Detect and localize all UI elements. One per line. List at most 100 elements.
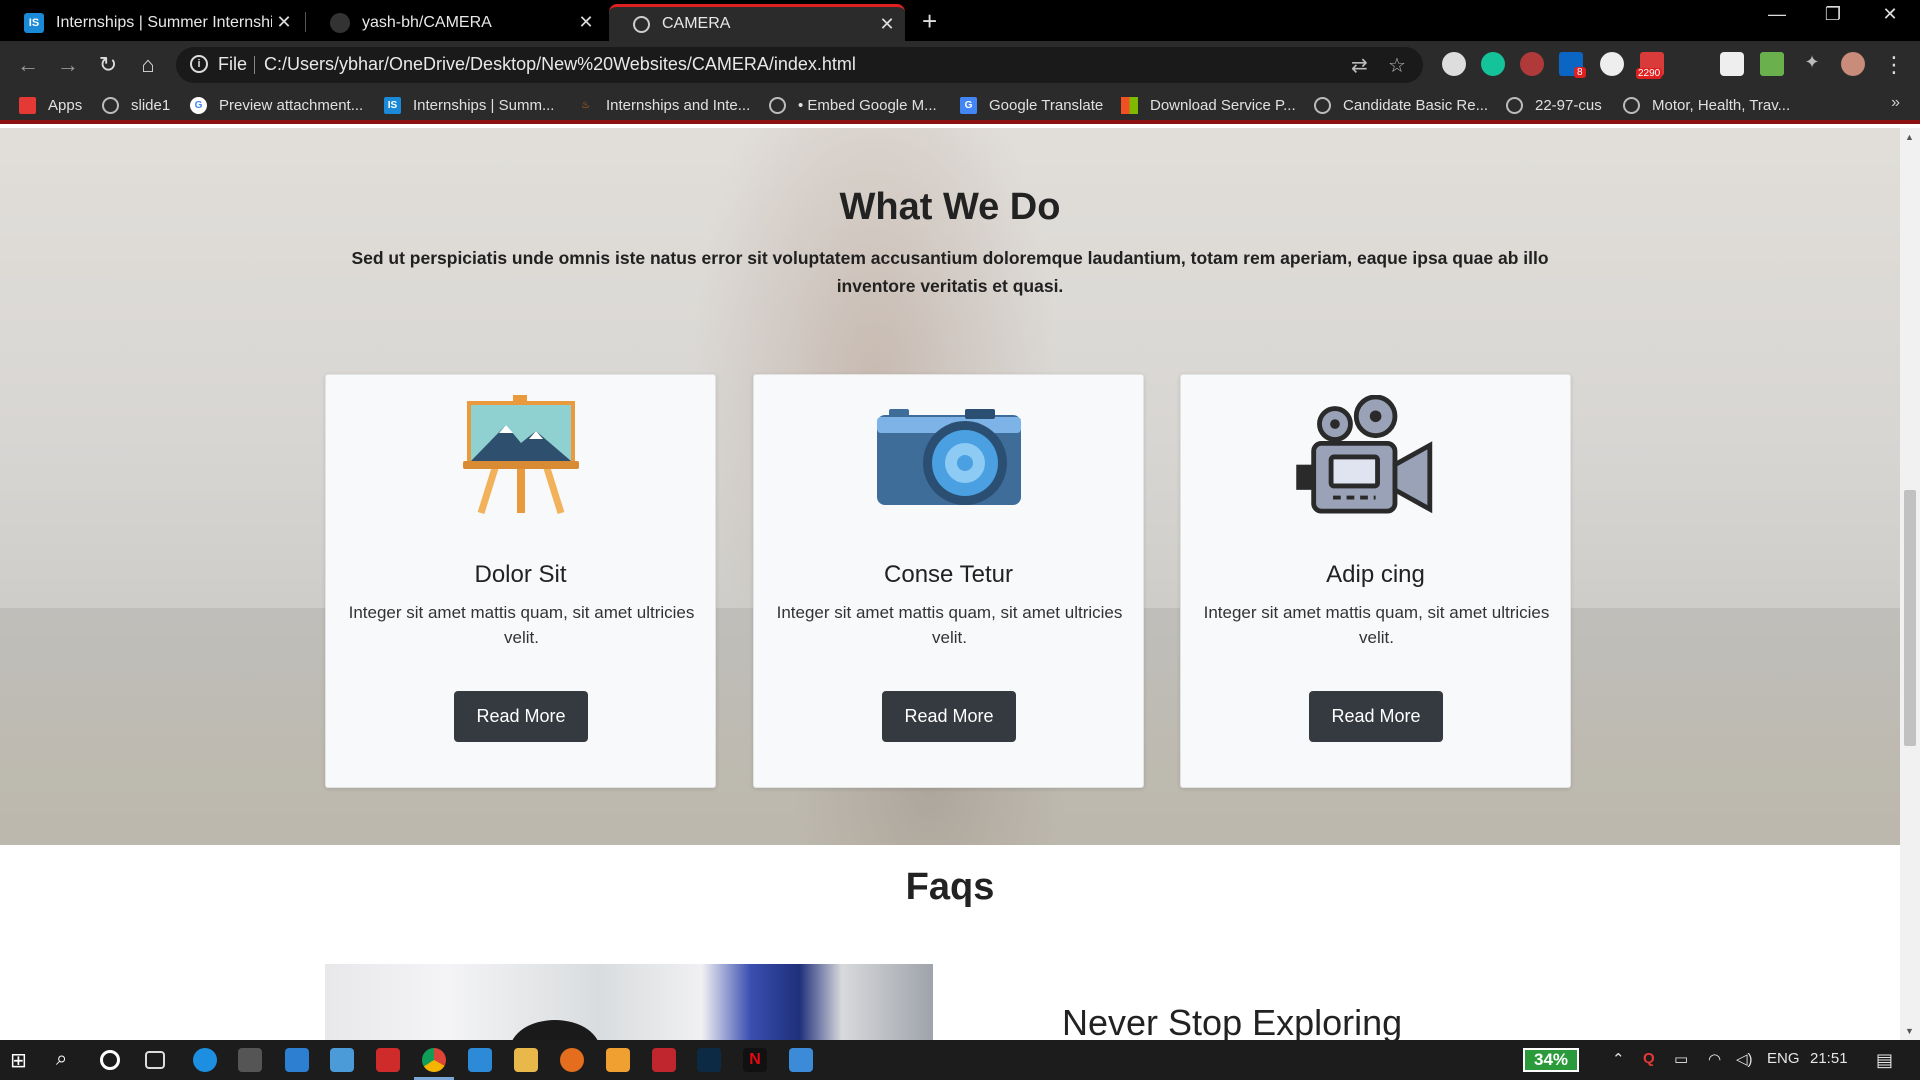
volume-icon[interactable]: ◁) (1736, 1050, 1753, 1068)
file-explorer-icon[interactable] (514, 1048, 538, 1072)
extension-color-icon[interactable] (1760, 52, 1784, 76)
profile-avatar[interactable] (1841, 52, 1865, 76)
mail-app-icon[interactable] (285, 1048, 309, 1072)
photoshop-icon[interactable] (697, 1048, 721, 1072)
bookmark-motor-health[interactable]: Motor, Health, Trav... (1623, 94, 1790, 116)
read-more-button[interactable]: Read More (454, 691, 588, 742)
tab-github[interactable]: yash-bh/CAMERA ✕ (306, 4, 604, 41)
close-icon[interactable]: ✕ (272, 12, 296, 33)
bookmark-label: Candidate Basic Re... (1343, 96, 1489, 114)
app-icon[interactable] (330, 1048, 354, 1072)
wifi-icon[interactable]: ◠ (1708, 1050, 1721, 1068)
battery-icon[interactable]: ▭ (1674, 1050, 1688, 1068)
tab-title: yash-bh/CAMERA (362, 13, 492, 31)
reload-icon[interactable]: ↻ (94, 51, 122, 79)
scrollbar-thumb[interactable] (1904, 490, 1916, 746)
edge-icon[interactable] (193, 1048, 217, 1072)
flame-icon: ♨ (581, 99, 590, 111)
extension-owl-icon[interactable] (1520, 52, 1544, 76)
store-icon[interactable] (238, 1048, 262, 1072)
address-bar[interactable]: i File C:/Users/ybhar/OneDrive/Desktop/N… (176, 47, 1423, 83)
filezilla-icon[interactable] (652, 1048, 676, 1072)
instagram-icon[interactable] (1720, 52, 1744, 76)
photos-icon[interactable] (789, 1048, 813, 1072)
language-indicator[interactable]: ENG (1767, 1050, 1800, 1067)
tab-internships[interactable]: IS Internships | Summer Internship ✕ (0, 4, 302, 41)
windows-start-icon[interactable]: ⊞ (10, 1048, 34, 1072)
page-viewport: What We Do Sed ut perspiciatis unde omni… (0, 128, 1900, 1040)
easel-painting-icon (463, 395, 579, 515)
bookmark-label: Internships and Inte... (606, 96, 751, 114)
card-text: Integer sit amet mattis quam, sit amet u… (776, 603, 1123, 647)
apps-grid-icon (19, 96, 36, 114)
back-icon[interactable]: ← (14, 51, 42, 79)
url-text[interactable]: C:/Users/ybhar/OneDrive/Desktop/New%20We… (264, 54, 856, 75)
restore-button[interactable]: ❐ (1803, 4, 1863, 25)
tab-title: CAMERA (662, 15, 731, 32)
new-tab-button[interactable]: + (922, 6, 937, 37)
netflix-icon[interactable]: N (743, 1048, 767, 1072)
bookmark-internships-inte[interactable]: ♨ Internships and Inte... (577, 94, 750, 116)
read-more-button[interactable]: Read More (1309, 691, 1443, 742)
bookmark-embed-google[interactable]: • Embed Google M... (769, 94, 937, 116)
tray-q-icon[interactable]: Q (1643, 1050, 1655, 1067)
photo-person (510, 1020, 600, 1040)
what-we-do-section: What We Do Sed ut perspiciatis unde omni… (0, 128, 1900, 845)
globe-icon (1314, 96, 1331, 114)
bookmark-slide1[interactable]: slide1 (102, 94, 170, 116)
clock[interactable]: 21:51 (1810, 1050, 1848, 1067)
extension-circle-icon[interactable] (1442, 52, 1466, 76)
bookmarks-overflow-chevron[interactable]: » (1891, 94, 1900, 112)
tray-chevron-icon[interactable]: ⌃ (1612, 1050, 1625, 1068)
close-icon[interactable]: ✕ (875, 14, 899, 35)
linkedin-badge: 8 (1574, 67, 1586, 78)
scroll-down-icon[interactable]: ▼ (1905, 1026, 1914, 1036)
app-red-icon[interactable] (376, 1048, 400, 1072)
chrome-icon[interactable] (422, 1048, 446, 1072)
globe-icon (769, 96, 786, 114)
grammarly-icon[interactable] (1481, 52, 1505, 76)
bookmark-download-service[interactable]: Download Service P... (1121, 94, 1296, 116)
info-icon[interactable]: i (190, 55, 208, 73)
task-view-icon[interactable] (145, 1051, 165, 1069)
forward-icon[interactable]: → (54, 51, 82, 79)
internshala-icon: IS (384, 96, 401, 114)
minimize-button[interactable]: — (1747, 4, 1807, 25)
bookmark-google-translate[interactable]: G Google Translate (960, 94, 1103, 116)
faq-photo (325, 964, 933, 1040)
vscode-icon[interactable] (468, 1048, 492, 1072)
tab-camera[interactable]: CAMERA ✕ (609, 4, 905, 41)
google-icon: G (190, 96, 207, 114)
bookmark-label: 22-97-cus (1535, 96, 1602, 114)
notifications-icon[interactable]: ▤ (1876, 1050, 1893, 1071)
bookmarks-bar: Apps slide1 G Preview attachment... IS I… (0, 88, 1920, 124)
windows-taskbar: ⊞ ⌕ N 34% ⌃ Q ▭ ◠ ◁) ENG 21:51 ▤ (0, 1040, 1920, 1080)
bookmark-label: Internships | Summ... (413, 96, 555, 114)
bookmark-preview[interactable]: G Preview attachment... (190, 94, 363, 116)
page-scrollbar[interactable]: ▲ ▼ (1900, 128, 1920, 1040)
battery-indicator[interactable]: 34% (1523, 1048, 1579, 1072)
read-more-button[interactable]: Read More (882, 691, 1016, 742)
speed-icon[interactable] (1600, 52, 1624, 76)
firefox-icon[interactable] (560, 1048, 584, 1072)
globe-icon (1623, 96, 1640, 114)
bookmark-candidate[interactable]: Candidate Basic Re... (1314, 94, 1488, 116)
sublime-icon[interactable] (606, 1048, 630, 1072)
close-icon[interactable]: ✕ (574, 12, 598, 33)
bookmark-apps[interactable]: Apps (19, 94, 82, 116)
cortana-icon[interactable] (100, 1050, 120, 1070)
translate-icon[interactable]: ⇄ (1351, 53, 1368, 78)
browser-toolbar: ← → ↻ ⌂ i File C:/Users/ybhar/OneDrive/D… (0, 41, 1920, 88)
scroll-up-icon[interactable]: ▲ (1905, 132, 1914, 142)
search-icon[interactable]: ⌕ (56, 1048, 80, 1072)
window-close-button[interactable]: ✕ (1860, 4, 1920, 25)
bookmark-label: Preview attachment... (219, 96, 364, 114)
bookmark-star-icon[interactable]: ☆ (1388, 53, 1406, 78)
home-icon[interactable]: ⌂ (134, 51, 162, 79)
card-text: Integer sit amet mattis quam, sit amet u… (1203, 603, 1550, 647)
menu-kebab-icon[interactable]: ⋮ (1880, 51, 1908, 79)
bookmark-22-97-cus[interactable]: 22-97-cus (1506, 94, 1602, 116)
bookmark-internships[interactable]: IS Internships | Summ... (384, 94, 554, 116)
microsoft-icon (1121, 96, 1138, 114)
extensions-puzzle-icon[interactable]: ✦ (1800, 52, 1824, 76)
